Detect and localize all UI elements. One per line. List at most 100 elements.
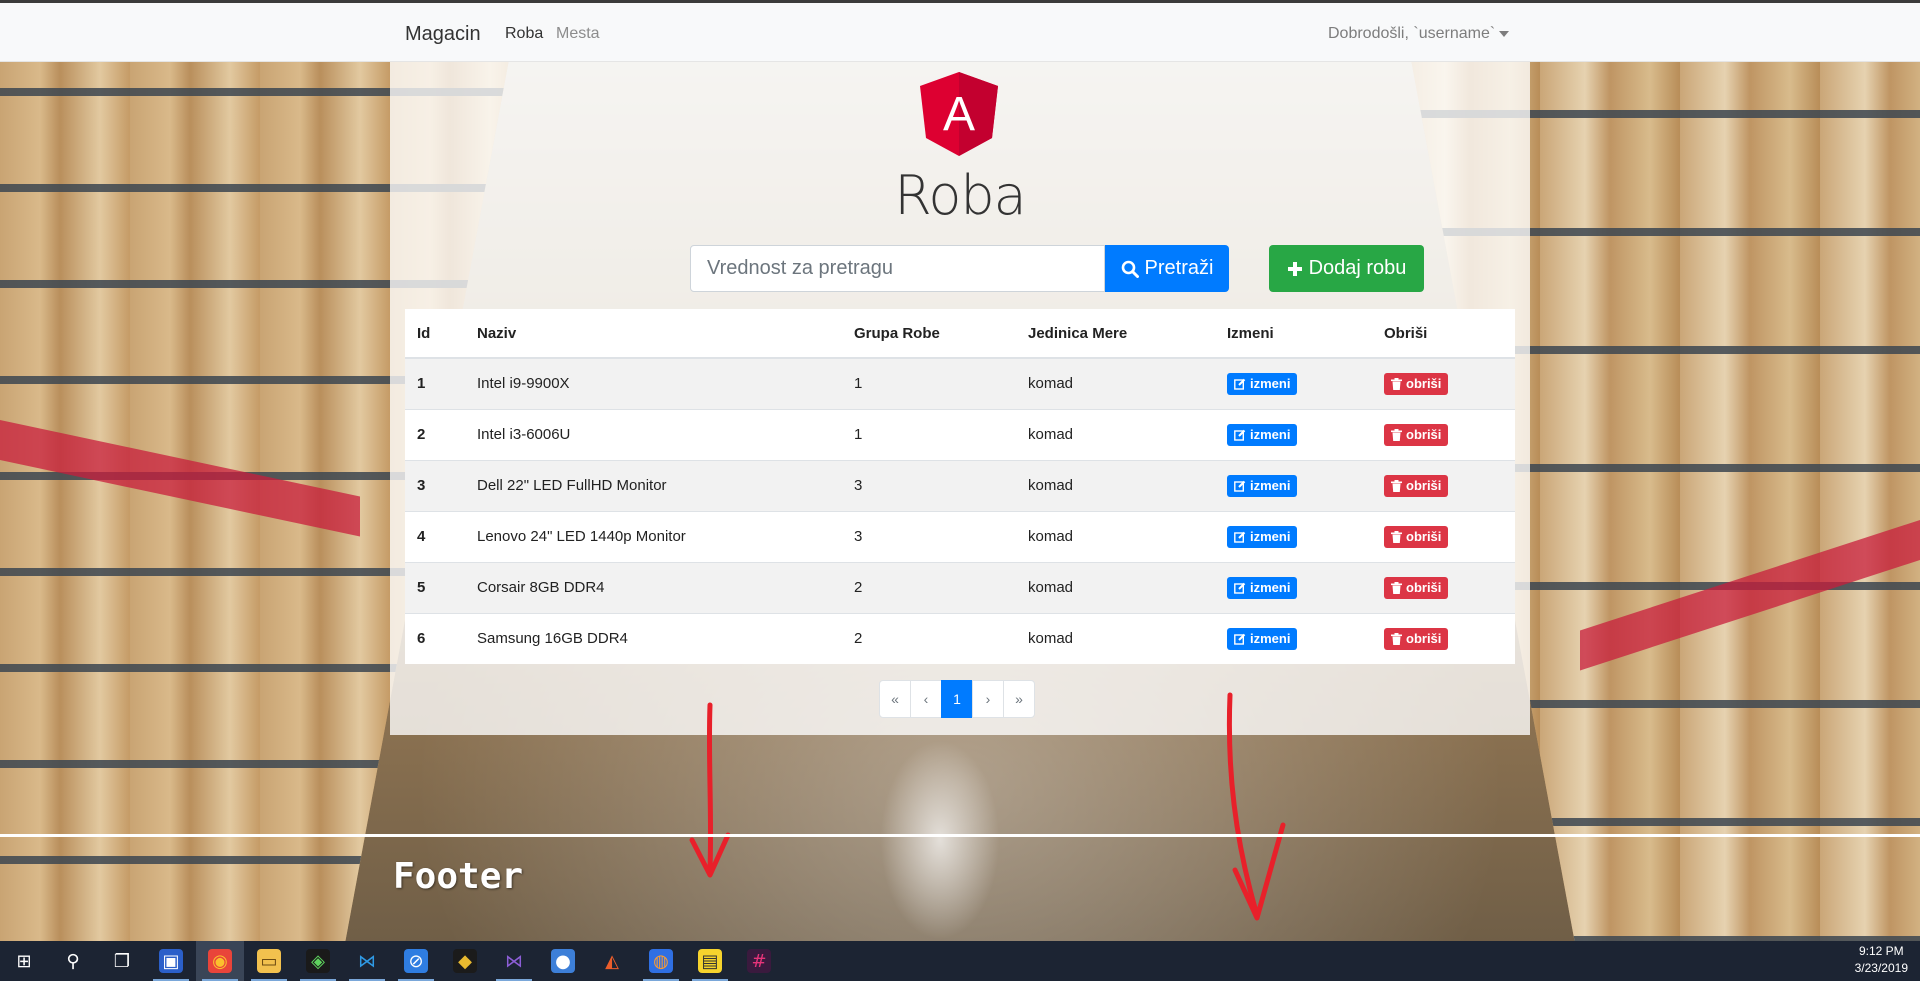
edit-button[interactable]: izmeni <box>1227 576 1298 599</box>
cell-jedinica: komad <box>1016 510 1215 562</box>
cell-grupa: 3 <box>842 510 1016 562</box>
system-clock[interactable]: 9:12 PM 3/23/2019 <box>1855 943 1908 977</box>
cell-grupa: 2 <box>842 612 1016 664</box>
page-current-button[interactable]: 1 <box>941 680 973 718</box>
cell-grupa: 1 <box>842 408 1016 460</box>
edit-button[interactable]: izmeni <box>1227 474 1298 497</box>
cell-id: 3 <box>405 459 465 511</box>
edit-icon <box>1234 531 1246 543</box>
trash-icon <box>1391 632 1402 645</box>
edit-icon <box>1234 582 1246 594</box>
delete-button[interactable]: obriši <box>1384 525 1449 548</box>
edit-button[interactable]: izmeni <box>1227 525 1298 548</box>
navbar-brand[interactable]: Magacin <box>405 23 481 46</box>
svg-text:A: A <box>943 88 975 141</box>
cell-id: 5 <box>405 561 465 613</box>
items-table: Id Naziv Grupa Robe Jedinica Mere Izmeni… <box>405 309 1515 664</box>
search-icon <box>1121 260 1139 278</box>
windows-taskbar: 9:12 PM 3/23/2019 ⊞ ⚲ ❐ ▣ ◉ ▭ ◈ ⋈ ⊘ ◆ ⋈ ● ◭ ◍ ▤ # <box>0 941 1920 981</box>
delete-button[interactable]: obriši <box>1384 423 1449 446</box>
taskbar-item[interactable]: ▭ <box>245 941 293 981</box>
column-header-naziv: Naziv <box>465 309 842 359</box>
slack-icon: # <box>747 949 771 973</box>
save-app-icon: ▣ <box>159 949 183 973</box>
footer-annotation-label: Footer <box>393 856 524 897</box>
table-row: 4 Lenovo 24" LED 1440p Monitor 3 komad i… <box>405 510 1515 562</box>
cell-izmeni: izmeni <box>1215 561 1372 613</box>
visual-studio-icon: ⋈ <box>505 950 523 972</box>
cell-naziv: Samsung 16GB DDR4 <box>465 612 842 664</box>
taskbar-item[interactable]: ◍ <box>637 941 685 981</box>
user-dropdown[interactable]: Dobrodošli, `username` <box>1328 25 1510 43</box>
edit-button-label: izmeni <box>1250 478 1291 493</box>
delete-button-label: obriši <box>1406 478 1442 493</box>
file-explorer-icon: ▭ <box>257 949 281 973</box>
cell-obrisi: obriši <box>1372 612 1515 664</box>
taskbar-item[interactable]: ▣ <box>147 941 195 981</box>
nav-link-mesta[interactable]: Mesta <box>556 25 600 43</box>
pagination: « ‹ 1 › » <box>879 680 1035 718</box>
table-row: 6 Samsung 16GB DDR4 2 komad izmeni obriš… <box>405 612 1515 664</box>
page-last-button[interactable]: » <box>1003 680 1035 718</box>
cell-izmeni: izmeni <box>1215 408 1372 460</box>
taskbar-item[interactable]: ◉ <box>196 941 244 981</box>
taskbar-item[interactable]: ❐ <box>98 941 146 981</box>
cell-naziv: Corsair 8GB DDR4 <box>465 561 842 613</box>
cell-id: 2 <box>405 408 465 460</box>
delete-button[interactable]: obriši <box>1384 474 1449 497</box>
delete-button-label: obriši <box>1406 580 1442 595</box>
edit-button[interactable]: izmeni <box>1227 372 1298 395</box>
trash-icon <box>1391 428 1402 441</box>
search-input[interactable] <box>690 245 1105 292</box>
taskbar-item[interactable]: ◆ <box>441 941 489 981</box>
add-item-button[interactable]: Dodaj robu <box>1269 245 1424 292</box>
table-header-row: Id Naziv Grupa Robe Jedinica Mere Izmeni… <box>405 309 1515 359</box>
add-button-label: Dodaj robu <box>1308 257 1407 279</box>
edit-icon <box>1234 378 1246 390</box>
sourcetree-icon: ◆ <box>453 949 477 973</box>
aisle-light <box>880 740 1000 940</box>
taskbar-item[interactable]: ⊘ <box>392 941 440 981</box>
cell-izmeni: izmeni <box>1215 357 1372 409</box>
table-row: 2 Intel i3-6006U 1 komad izmeni obriši <box>405 408 1515 460</box>
git-client-icon: ◈ <box>306 949 330 973</box>
page-next-button[interactable]: › <box>972 680 1004 718</box>
taskbar-item[interactable]: ▤ <box>686 941 734 981</box>
angular-logo: A <box>920 72 998 156</box>
edit-button[interactable]: izmeni <box>1227 627 1298 650</box>
cell-obrisi: obriši <box>1372 561 1515 613</box>
page-first-button[interactable]: « <box>879 680 911 718</box>
search-button[interactable]: Pretraži <box>1105 245 1229 292</box>
chrome-icon: ◉ <box>208 949 232 973</box>
table-row: 1 Intel i9-9900X 1 komad izmeni obriši <box>405 357 1515 409</box>
trash-icon <box>1391 581 1402 594</box>
edit-button[interactable]: izmeni <box>1227 423 1298 446</box>
table-row: 5 Corsair 8GB DDR4 2 komad izmeni obriši <box>405 561 1515 613</box>
cell-grupa: 2 <box>842 561 1016 613</box>
vscode-icon: ⋈ <box>358 950 376 972</box>
taskbar-item[interactable]: ◭ <box>588 941 636 981</box>
safari-compass-icon: ⊘ <box>404 949 428 973</box>
taskbar-item[interactable]: ⚲ <box>49 941 97 981</box>
column-header-grupa: Grupa Robe <box>842 309 1016 359</box>
taskbar-item[interactable]: ⋈ <box>343 941 391 981</box>
taskbar-item[interactable]: ◈ <box>294 941 342 981</box>
cell-id: 6 <box>405 612 465 664</box>
navbar: Magacin Roba Mesta Dobrodošli, `username… <box>0 3 1920 62</box>
taskbar-item[interactable]: ⋈ <box>490 941 538 981</box>
qbittorrent-icon: ● <box>551 949 575 973</box>
taskbar-item[interactable]: # <box>735 941 783 981</box>
task-view-icon: ❐ <box>113 950 131 972</box>
taskbar-item[interactable]: ⊞ <box>0 941 48 981</box>
delete-button[interactable]: obriši <box>1384 627 1449 650</box>
nav-link-roba[interactable]: Roba <box>505 25 543 43</box>
cell-jedinica: komad <box>1016 357 1215 409</box>
delete-button[interactable]: obriši <box>1384 372 1449 395</box>
delete-button[interactable]: obriši <box>1384 576 1449 599</box>
taskbar-item[interactable]: ● <box>539 941 587 981</box>
page-prev-button[interactable]: ‹ <box>910 680 942 718</box>
cell-grupa: 1 <box>842 357 1016 409</box>
delete-button-label: obriši <box>1406 376 1442 392</box>
edit-icon <box>1234 480 1246 492</box>
cell-id: 1 <box>405 357 465 409</box>
